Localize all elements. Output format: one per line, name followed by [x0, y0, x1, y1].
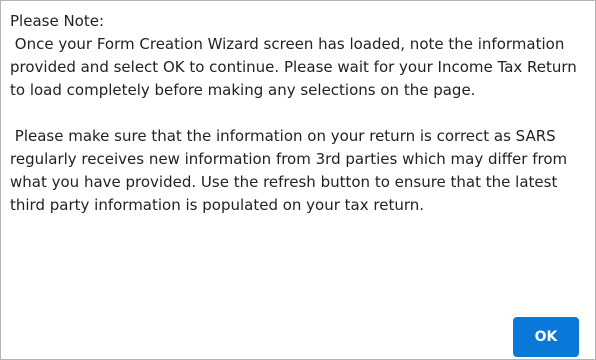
- notice-heading: Please Note:: [10, 12, 105, 30]
- notice-message: Please Note: Once your Form Creation Wiz…: [10, 10, 590, 217]
- notice-paragraph-2: Please make sure that the information on…: [10, 127, 572, 214]
- notice-dialog: Please Note: Once your Form Creation Wiz…: [0, 0, 596, 360]
- ok-button[interactable]: OK: [513, 317, 579, 357]
- notice-paragraph-1: Once your Form Creation Wizard screen ha…: [10, 35, 582, 99]
